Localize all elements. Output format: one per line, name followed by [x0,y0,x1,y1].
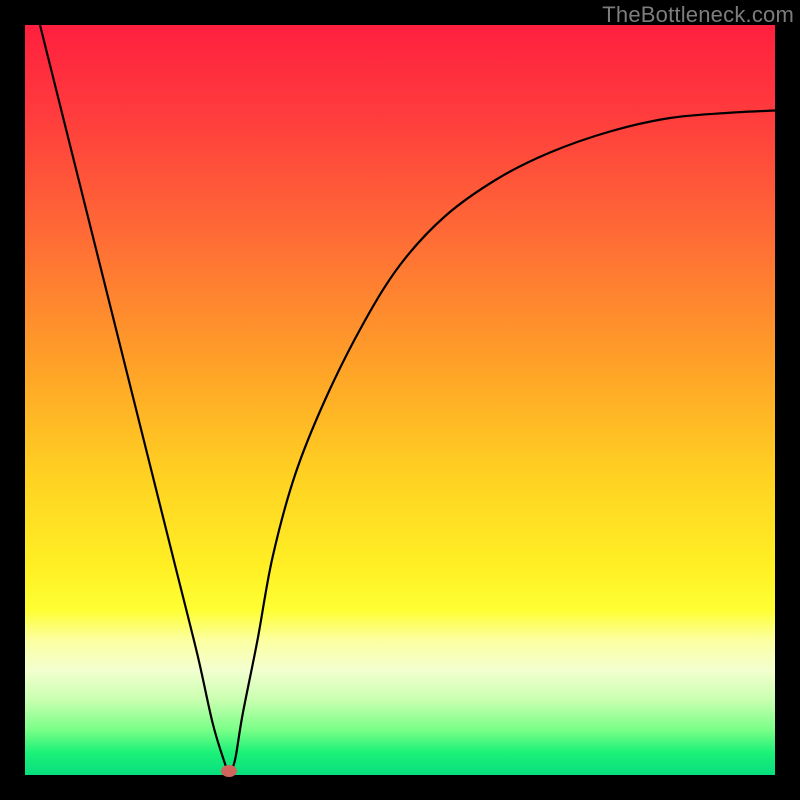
chart-frame [25,25,775,775]
watermark-label: TheBottleneck.com [602,2,794,28]
optimal-point-marker [221,765,237,777]
curve-path [40,25,775,771]
bottleneck-curve [25,25,775,775]
